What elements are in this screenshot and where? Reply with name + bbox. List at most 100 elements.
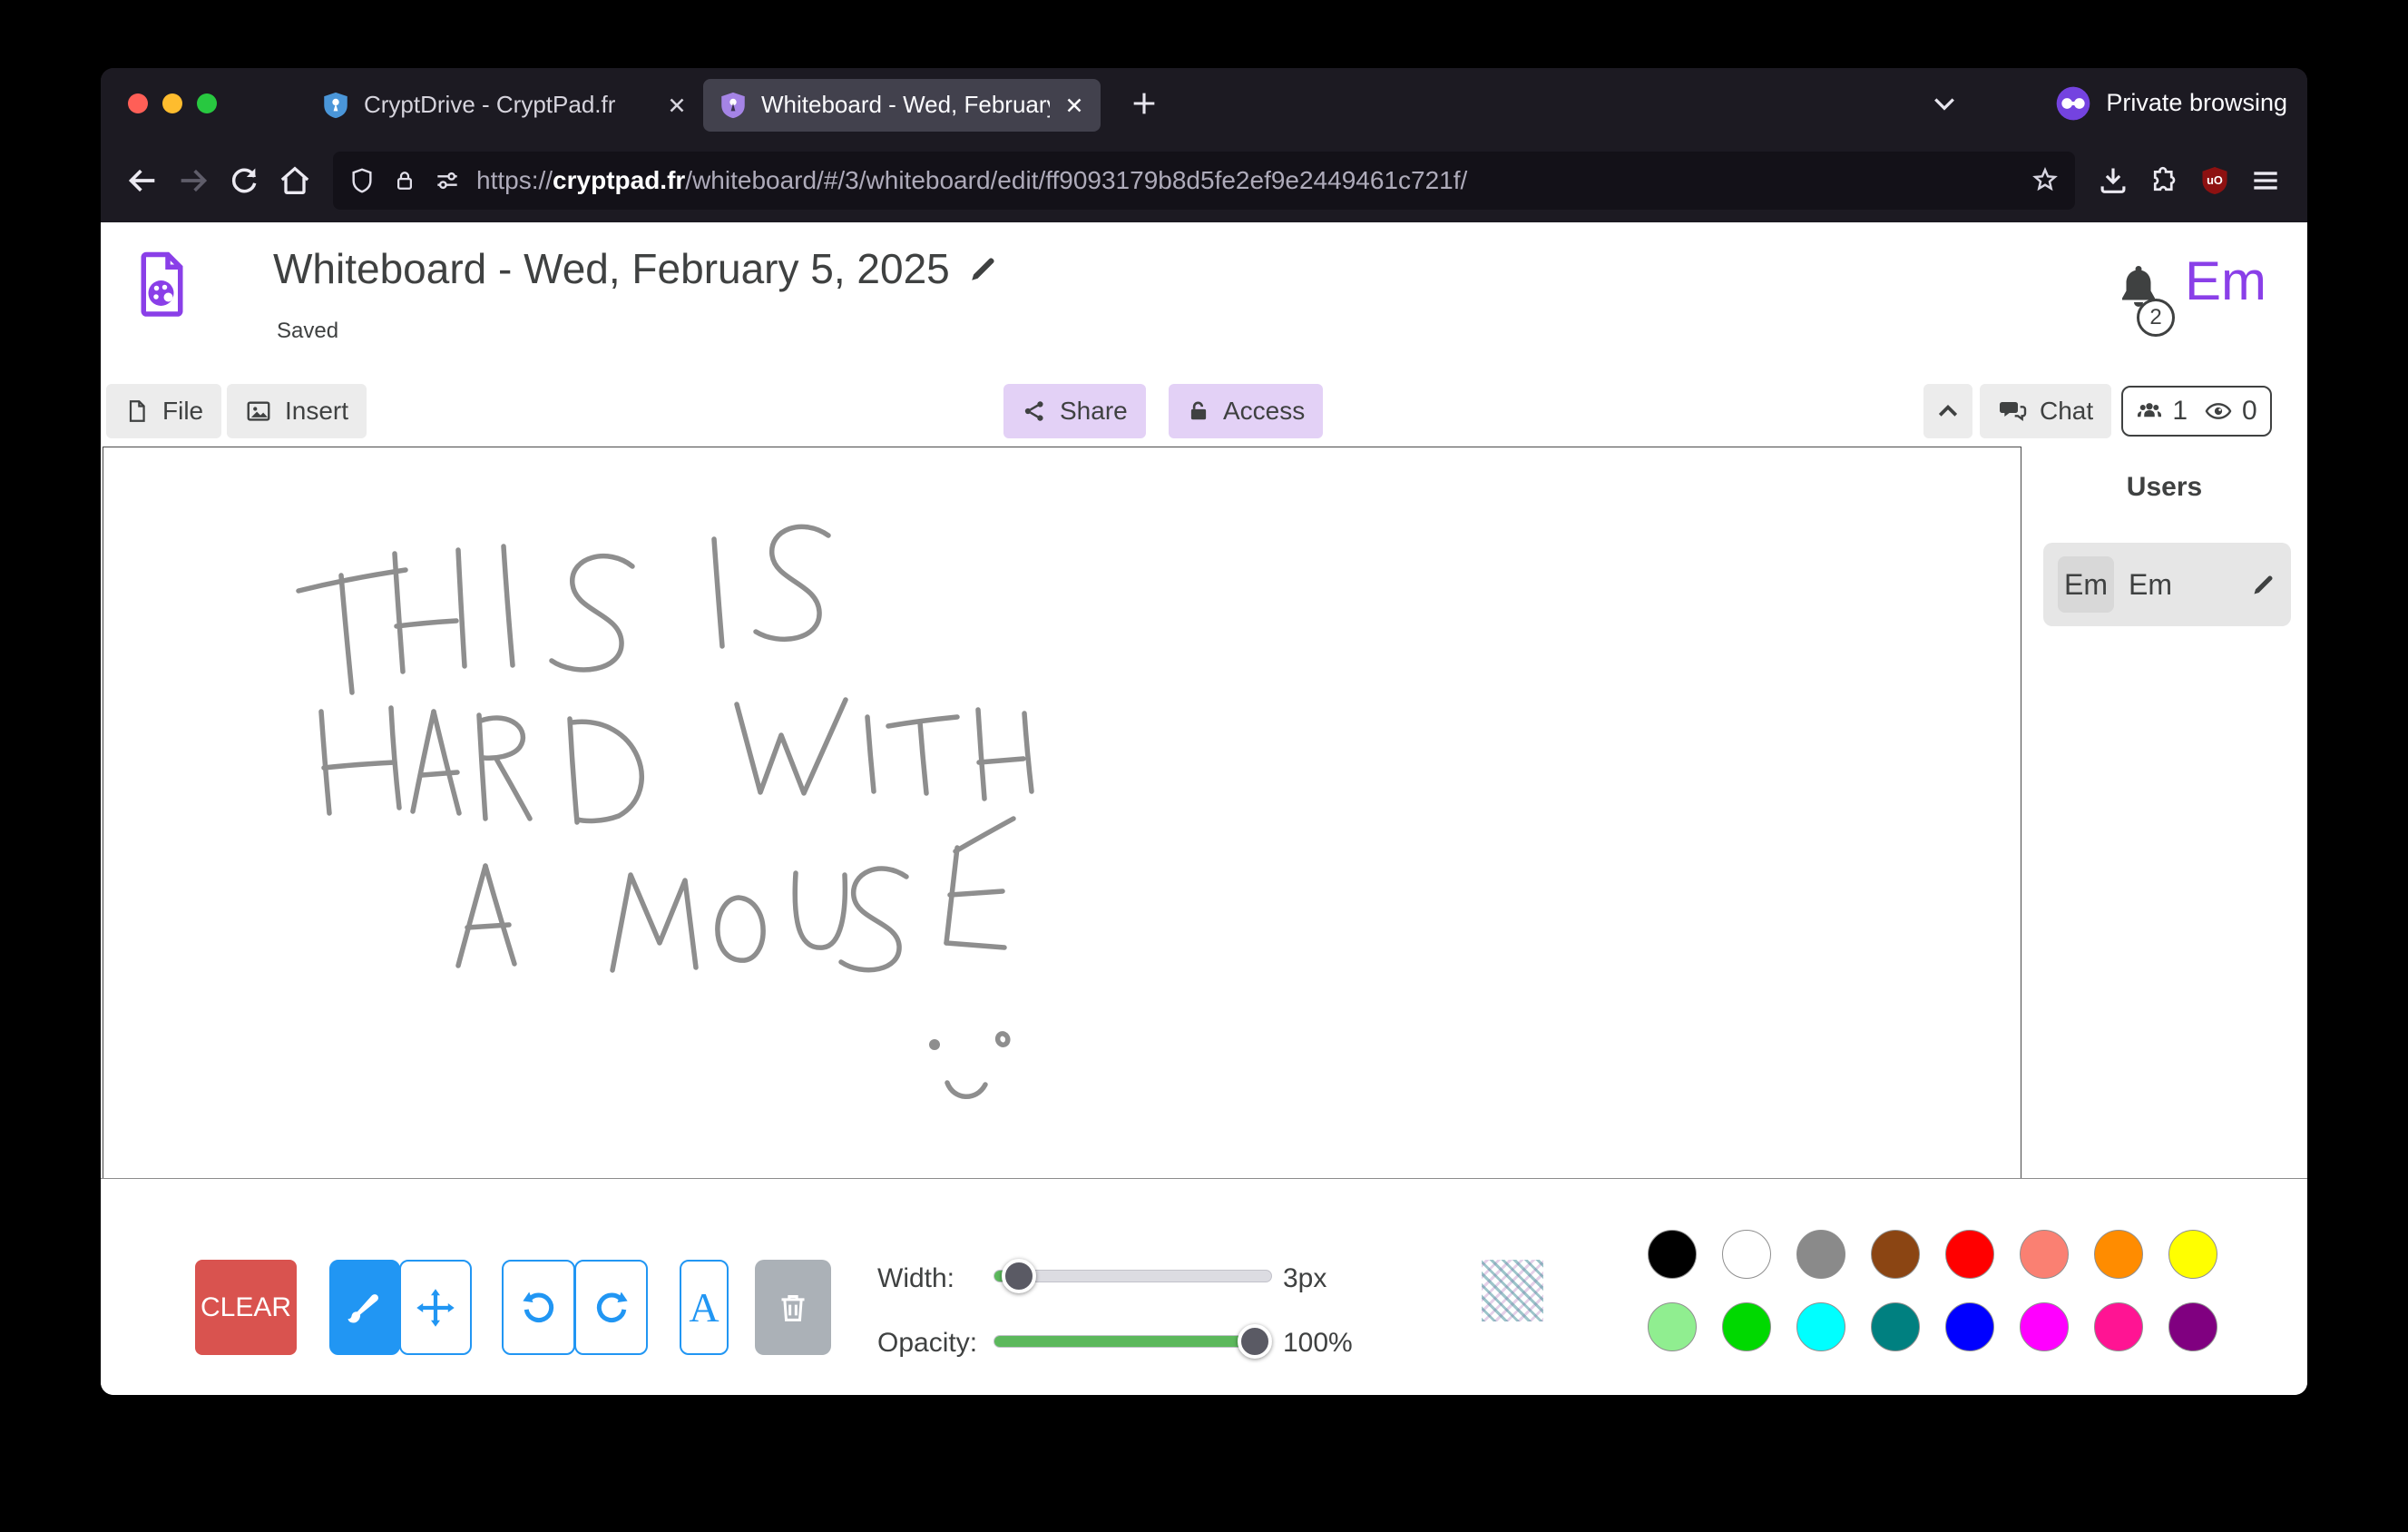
edit-title-pencil-icon[interactable] bbox=[968, 253, 999, 284]
drawing-stroke bbox=[950, 891, 1003, 895]
color-swatch[interactable] bbox=[2094, 1302, 2143, 1351]
opacity-slider-fill bbox=[994, 1336, 1271, 1347]
url-bar[interactable]: https://cryptpad.fr/whiteboard/#/3/white… bbox=[333, 152, 2075, 210]
tab-bar: CryptDrive - CryptPad.fr Whiteboard - We… bbox=[101, 68, 2307, 138]
forward-button[interactable] bbox=[172, 160, 214, 201]
chat-button[interactable]: Chat bbox=[1980, 384, 2111, 438]
color-swatch[interactable] bbox=[1945, 1230, 1994, 1279]
chat-button-label: Chat bbox=[2040, 397, 2093, 426]
delete-tool-button[interactable] bbox=[755, 1260, 831, 1355]
brush-tool-button[interactable] bbox=[329, 1260, 400, 1355]
share-button-label: Share bbox=[1060, 397, 1128, 426]
share-button[interactable]: Share bbox=[1003, 384, 1146, 438]
color-swatch[interactable] bbox=[1796, 1302, 1845, 1351]
app-menu-button[interactable] bbox=[2245, 160, 2286, 201]
users-group-icon bbox=[2136, 398, 2163, 425]
whiteboard-canvas[interactable] bbox=[103, 447, 2021, 1180]
close-tab-icon[interactable] bbox=[1062, 93, 1086, 117]
access-button-label: Access bbox=[1223, 397, 1305, 426]
insert-image-icon bbox=[245, 398, 272, 425]
redo-icon bbox=[591, 1287, 632, 1329]
color-swatch[interactable] bbox=[1722, 1302, 1771, 1351]
account-avatar[interactable]: Em bbox=[2185, 250, 2266, 312]
chat-bubbles-icon bbox=[1998, 397, 2027, 426]
drawing-stroke bbox=[612, 875, 696, 970]
edit-user-pencil-icon[interactable] bbox=[2251, 572, 2276, 597]
download-icon bbox=[2096, 163, 2130, 198]
downloads-button[interactable] bbox=[2092, 160, 2134, 201]
move-tool-button[interactable] bbox=[399, 1260, 472, 1355]
clear-button[interactable]: CLEAR bbox=[195, 1260, 297, 1355]
undo-button[interactable] bbox=[502, 1260, 575, 1355]
bookmark-star-icon[interactable] bbox=[2030, 165, 2061, 196]
list-all-tabs-button[interactable] bbox=[1923, 82, 1966, 125]
access-button[interactable]: Access bbox=[1169, 384, 1323, 438]
url-scheme: https:// bbox=[476, 166, 553, 194]
drawing-stroke bbox=[978, 710, 984, 799]
permissions-icon[interactable] bbox=[433, 166, 462, 195]
notifications-button[interactable]: 2 bbox=[2111, 262, 2175, 335]
color-swatch[interactable] bbox=[1722, 1230, 1771, 1279]
drawing-stroke bbox=[979, 759, 1023, 762]
minimize-window-button[interactable] bbox=[162, 93, 182, 113]
cryptpad-app: Whiteboard - Wed, February 5, 2025 Saved… bbox=[101, 222, 2307, 1395]
tab-whiteboard[interactable]: Whiteboard - Wed, February 5, 2 bbox=[703, 79, 1101, 132]
drawing-stroke bbox=[324, 762, 395, 768]
tab-cryptdrive[interactable]: CryptDrive - CryptPad.fr bbox=[306, 79, 703, 132]
eye-icon bbox=[2204, 397, 2233, 426]
svg-text:uO: uO bbox=[2207, 172, 2223, 186]
opacity-slider[interactable] bbox=[994, 1335, 1272, 1348]
url-text[interactable]: https://cryptpad.fr/whiteboard/#/3/white… bbox=[476, 166, 2019, 195]
drawing-stroke bbox=[756, 526, 828, 639]
participants-indicator[interactable]: 1 0 bbox=[2121, 386, 2272, 437]
drawing-stroke bbox=[867, 717, 874, 791]
insert-menu-button[interactable]: Insert bbox=[227, 384, 367, 438]
connection-lock-icon[interactable] bbox=[391, 167, 418, 194]
home-button[interactable] bbox=[274, 160, 316, 201]
drawing-stroke bbox=[946, 943, 1004, 948]
color-swatch[interactable] bbox=[2168, 1302, 2217, 1351]
user-list-item[interactable]: Em Em bbox=[2043, 543, 2291, 626]
opacity-value: 100% bbox=[1283, 1328, 1353, 1359]
width-slider-thumb[interactable] bbox=[1002, 1259, 1036, 1293]
hamburger-menu-icon bbox=[2248, 163, 2283, 198]
url-path: /whiteboard/#/3/whiteboard/edit/ff909317… bbox=[685, 166, 1467, 194]
ublock-shield-icon: uO bbox=[2198, 164, 2231, 197]
back-button[interactable] bbox=[122, 160, 163, 201]
ublock-origin-button[interactable]: uO bbox=[2194, 160, 2236, 201]
extensions-button[interactable] bbox=[2143, 160, 2185, 201]
tracking-protection-shield-icon[interactable] bbox=[347, 166, 377, 195]
width-slider[interactable] bbox=[994, 1270, 1272, 1282]
whiteboard-drawing bbox=[103, 447, 2021, 1179]
color-palette bbox=[1648, 1230, 2217, 1351]
color-swatch[interactable] bbox=[1945, 1302, 1994, 1351]
drawing-stroke bbox=[1024, 713, 1032, 791]
text-tool-button[interactable]: A bbox=[680, 1260, 729, 1355]
back-arrow-icon bbox=[124, 162, 161, 199]
collapse-toolbar-button[interactable] bbox=[1923, 384, 1972, 438]
opacity-slider-thumb[interactable] bbox=[1238, 1324, 1272, 1359]
color-swatch[interactable] bbox=[1796, 1230, 1845, 1279]
brush-preview-swatch bbox=[1482, 1260, 1543, 1321]
color-swatch[interactable] bbox=[1871, 1302, 1920, 1351]
color-swatch[interactable] bbox=[2020, 1230, 2069, 1279]
color-swatch[interactable] bbox=[2168, 1230, 2217, 1279]
drawing-stroke bbox=[714, 539, 722, 646]
color-swatch[interactable] bbox=[1648, 1230, 1697, 1279]
width-label: Width: bbox=[877, 1263, 954, 1294]
color-swatch[interactable] bbox=[2094, 1230, 2143, 1279]
color-swatch[interactable] bbox=[1648, 1302, 1697, 1351]
tab-title: Whiteboard - Wed, February 5, 2 bbox=[761, 91, 1050, 119]
opacity-label: Opacity: bbox=[877, 1328, 977, 1359]
drawing-stroke bbox=[496, 759, 530, 819]
maximize-window-button[interactable] bbox=[197, 93, 217, 113]
drawing-stroke bbox=[422, 772, 457, 775]
redo-button[interactable] bbox=[574, 1260, 648, 1355]
color-swatch[interactable] bbox=[2020, 1302, 2069, 1351]
new-tab-button[interactable] bbox=[1124, 83, 1164, 123]
reload-button[interactable] bbox=[223, 160, 265, 201]
file-menu-button[interactable]: File bbox=[106, 384, 221, 438]
color-swatch[interactable] bbox=[1871, 1230, 1920, 1279]
close-tab-icon[interactable] bbox=[665, 93, 689, 117]
close-window-button[interactable] bbox=[128, 93, 148, 113]
